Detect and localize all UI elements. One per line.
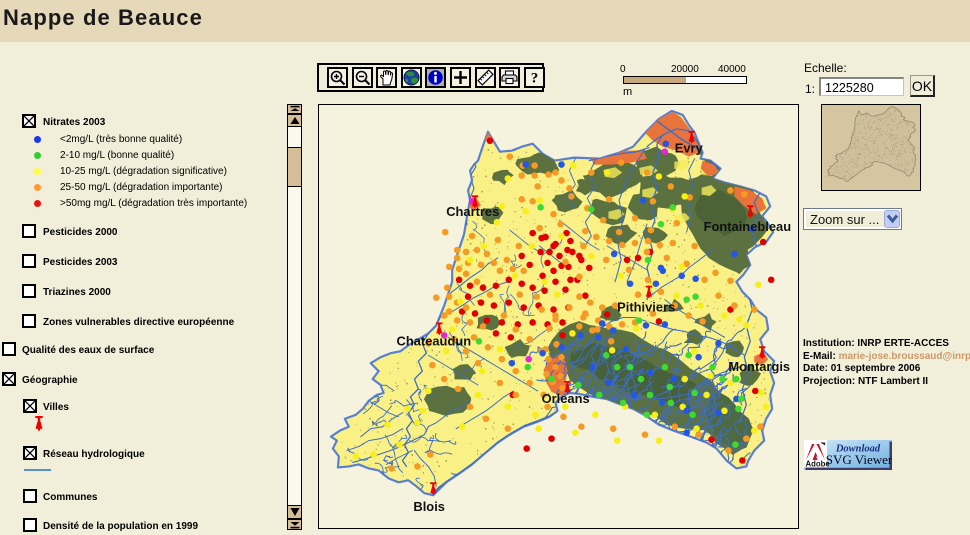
svg-text:Chateaudun: Chateaudun	[397, 333, 472, 348]
svg-text:Chartres: Chartres	[446, 204, 499, 219]
svg-text:Orleans: Orleans	[542, 391, 590, 406]
svg-text:Pithiviers: Pithiviers	[617, 300, 675, 315]
svg-text:SVG Viewer: SVG Viewer	[826, 452, 892, 467]
svg-text:Blois: Blois	[413, 499, 445, 514]
svg-text:?: ?	[531, 71, 539, 87]
svg-text:Evry: Evry	[675, 141, 704, 156]
svg-text:Fontainebleau: Fontainebleau	[704, 219, 792, 234]
svg-text:Montargis: Montargis	[728, 359, 790, 374]
